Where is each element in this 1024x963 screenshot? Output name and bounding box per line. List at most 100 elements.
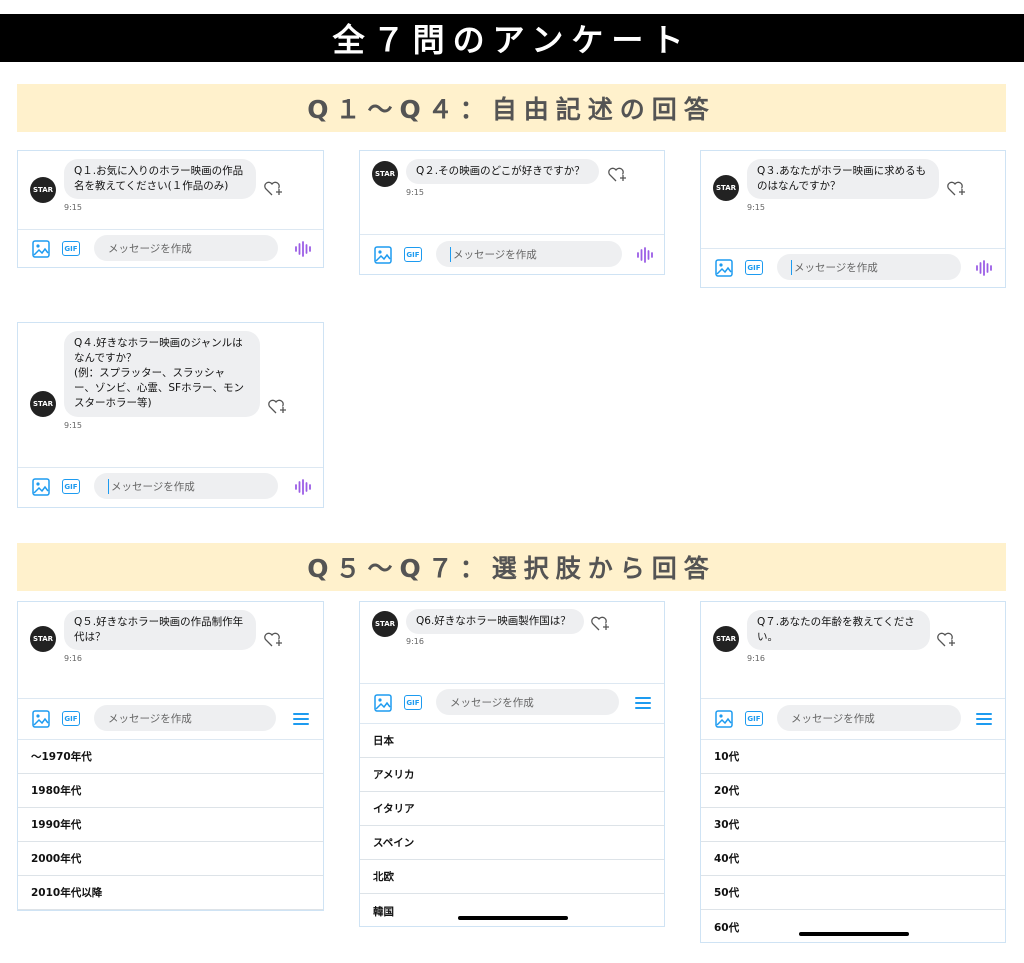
gif-label: GIF [64, 714, 78, 723]
composer: GIF メッセージを作成 [18, 231, 323, 267]
avatar: STAR [30, 626, 56, 652]
question-card-q3: STAR Q３.あなたがホラー映画に求めるも のはなんですか？ 9:15 GIF… [700, 150, 1006, 288]
option-item[interactable]: 韓国 [360, 894, 664, 926]
image-icon[interactable] [32, 478, 50, 496]
option-item[interactable]: 2000年代 [18, 842, 323, 876]
gif-icon[interactable]: GIF [62, 479, 80, 494]
message-bubble: Q２.その映画のどこが好きですか？ [406, 159, 599, 184]
image-icon[interactable] [32, 710, 50, 728]
gif-icon[interactable]: GIF [404, 247, 422, 262]
gif-icon[interactable]: GIF [745, 711, 763, 726]
gif-icon[interactable]: GIF [745, 260, 763, 275]
voice-icon[interactable] [294, 478, 312, 496]
question-card-q2: STAR Q２.その映画のどこが好きですか？ 9:15 GIF メッセージを作成 [359, 150, 665, 275]
message-placeholder: メッセージを作成 [450, 696, 534, 709]
avatar-label: STAR [374, 620, 396, 628]
divider [360, 683, 664, 684]
option-item[interactable]: 20代 [701, 774, 1005, 808]
message-input[interactable]: メッセージを作成 [436, 689, 619, 715]
composer: GIF メッセージを作成 [18, 469, 323, 505]
menu-icon[interactable] [292, 710, 310, 728]
option-item[interactable]: アメリカ [360, 758, 664, 792]
voice-icon[interactable] [294, 240, 312, 258]
divider [18, 229, 323, 230]
option-item[interactable]: 2010年代以降 [18, 876, 323, 910]
gif-icon[interactable]: GIF [62, 241, 80, 256]
option-item[interactable]: 〜1970年代 [18, 740, 323, 774]
message-time: 9:16 [64, 654, 82, 663]
option-item[interactable]: 10代 [701, 740, 1005, 774]
heart-add-icon[interactable] [262, 630, 282, 650]
section-free-answer-banner: Q１〜Q４：自由記述の回答 [17, 84, 1006, 132]
option-item[interactable]: スペイン [360, 826, 664, 860]
heart-add-icon[interactable] [945, 179, 965, 199]
voice-icon[interactable] [975, 259, 993, 277]
message-time: 9:15 [64, 203, 82, 212]
message-input[interactable]: メッセージを作成 [94, 705, 276, 731]
heart-add-icon[interactable] [262, 179, 282, 199]
message-placeholder: メッセージを作成 [453, 248, 537, 261]
message-input[interactable]: メッセージを作成 [94, 473, 278, 499]
avatar-label: STAR [374, 170, 396, 178]
message-input[interactable]: メッセージを作成 [94, 235, 278, 261]
avatar-label: STAR [32, 400, 54, 408]
avatar: STAR [372, 161, 398, 187]
option-item[interactable]: 40代 [701, 842, 1005, 876]
option-item[interactable]: 日本 [360, 724, 664, 758]
image-icon[interactable] [374, 246, 392, 264]
option-item[interactable]: 1990年代 [18, 808, 323, 842]
gif-label: GIF [406, 698, 420, 707]
option-item[interactable]: イタリア [360, 792, 664, 826]
home-indicator [799, 932, 909, 936]
text-caret [450, 246, 451, 262]
gif-label: GIF [64, 244, 78, 253]
heart-add-icon[interactable] [589, 614, 609, 634]
avatar: STAR [30, 391, 56, 417]
image-icon[interactable] [715, 710, 733, 728]
message-placeholder: メッセージを作成 [108, 712, 192, 725]
message-input[interactable]: メッセージを作成 [777, 254, 961, 280]
divider [18, 698, 323, 699]
message-input[interactable]: メッセージを作成 [777, 705, 961, 731]
heart-add-icon[interactable] [266, 397, 286, 417]
question-card-q6: STAR Q6.好きなホラー映画製作国は？ 9:16 GIF メッセージを作成 … [359, 601, 665, 927]
message-placeholder: メッセージを作成 [794, 261, 878, 274]
text-caret [791, 259, 792, 275]
message-placeholder: メッセージを作成 [111, 480, 195, 493]
option-item[interactable]: 60代 [701, 910, 1005, 942]
avatar-label: STAR [32, 635, 54, 643]
option-item[interactable]: 50代 [701, 876, 1005, 910]
divider [18, 467, 323, 468]
avatar-label: STAR [715, 184, 737, 192]
gif-icon[interactable]: GIF [404, 695, 422, 710]
avatar: STAR [372, 611, 398, 637]
divider [360, 234, 664, 235]
home-indicator [458, 916, 568, 920]
heart-add-icon[interactable] [935, 630, 955, 650]
avatar: STAR [30, 177, 56, 203]
option-item[interactable]: 30代 [701, 808, 1005, 842]
option-item[interactable]: 1980年代 [18, 774, 323, 808]
question-card-q4: STAR Q４.好きなホラー映画のジャンルは なんですか？ (例：スプラッター、… [17, 322, 324, 508]
heart-add-icon[interactable] [606, 165, 626, 185]
message-time: 9:15 [64, 421, 82, 430]
question-card-q5: STAR Q５.好きなホラー映画の作品制作年 代は？ 9:16 GIF メッセー… [17, 601, 324, 911]
options-list: 10代 20代 30代 40代 50代 60代 [701, 740, 1005, 942]
avatar: STAR [713, 175, 739, 201]
message-bubble: Q6.好きなホラー映画製作国は？ [406, 609, 584, 634]
message-placeholder: メッセージを作成 [108, 242, 192, 255]
options-list: 日本 アメリカ イタリア スペイン 北欧 韓国 [360, 724, 664, 926]
image-icon[interactable] [32, 240, 50, 258]
question-card-q7: STAR Q７.あなたの年齢を教えてくださ い。 9:16 GIF メッセージを… [700, 601, 1006, 943]
message-input[interactable]: メッセージを作成 [436, 241, 622, 267]
gif-icon[interactable]: GIF [62, 711, 80, 726]
menu-icon[interactable] [634, 694, 652, 712]
message-bubble: Q７.あなたの年齢を教えてくださ い。 [747, 610, 930, 650]
voice-icon[interactable] [636, 246, 654, 264]
message-placeholder: メッセージを作成 [791, 712, 875, 725]
gif-label: GIF [747, 263, 761, 272]
image-icon[interactable] [715, 259, 733, 277]
menu-icon[interactable] [975, 710, 993, 728]
option-item[interactable]: 北欧 [360, 860, 664, 894]
image-icon[interactable] [374, 694, 392, 712]
